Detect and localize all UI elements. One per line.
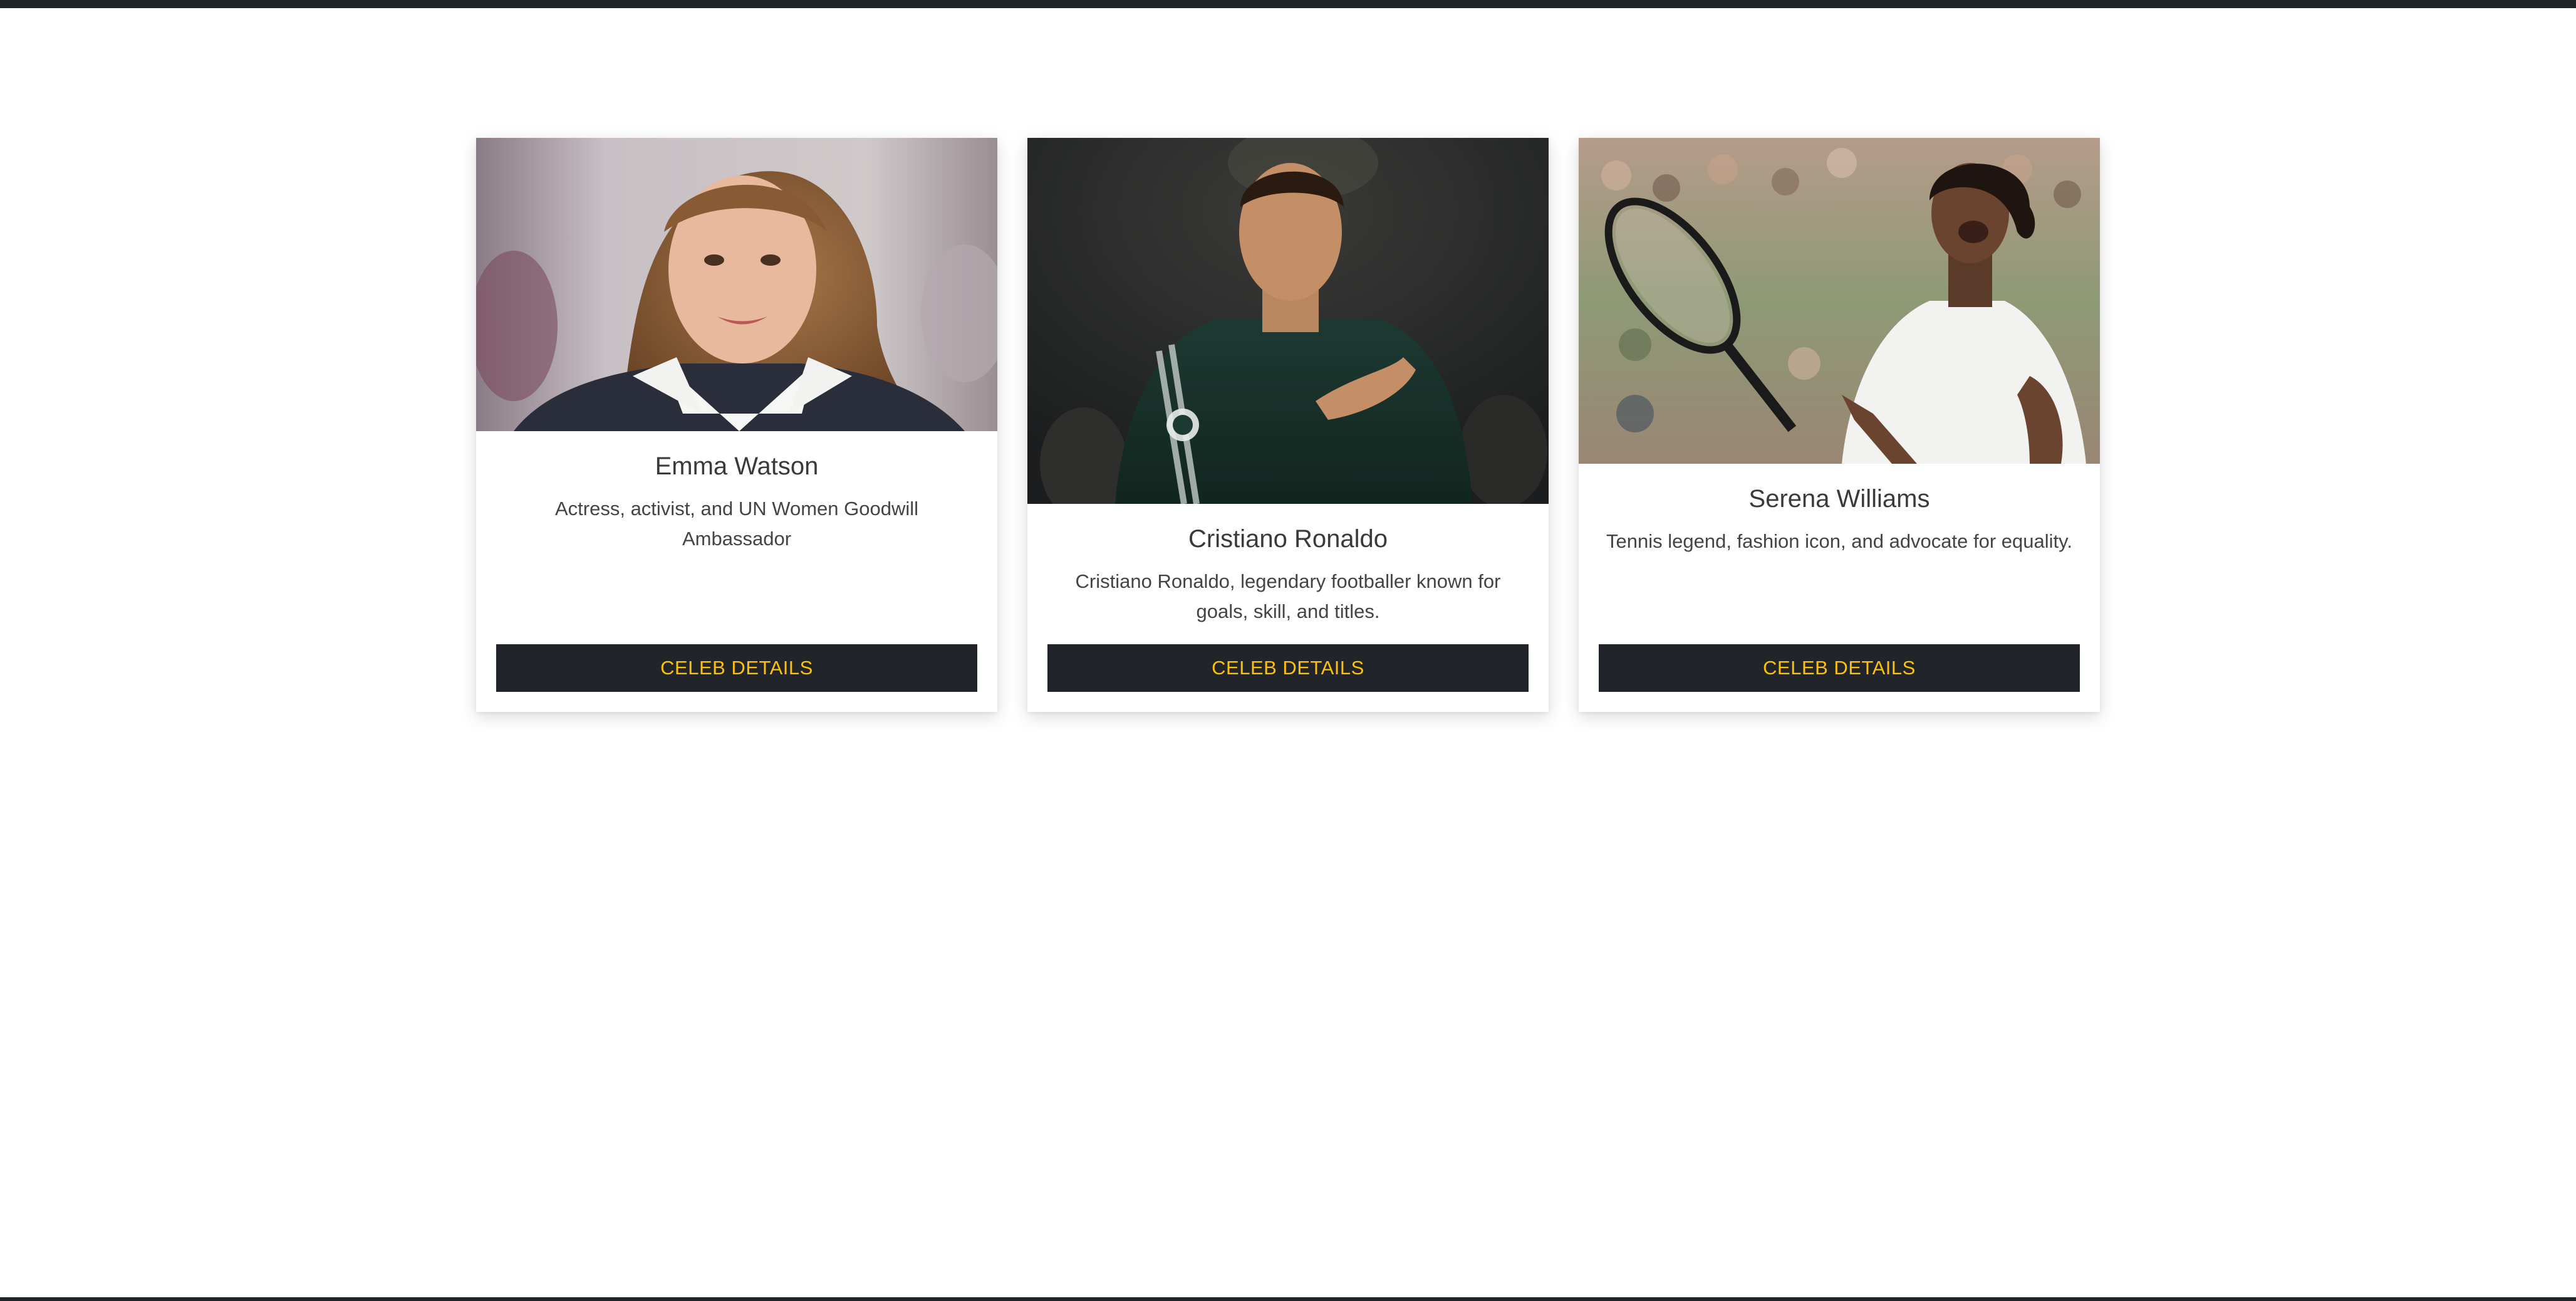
portrait-image [1027,138,1549,504]
celeb-card-serena-williams: Serena Williams Tennis legend, fashion i… [1579,138,2100,712]
celeb-details-button[interactable]: CELEB DETAILS [1599,644,2080,692]
celeb-photo-cristiano-ronaldo [1027,138,1549,504]
footer-strip [0,1297,2576,1301]
celeb-name: Emma Watson [655,452,819,480]
celeb-description: Tennis legend, fashion icon, and advocat… [1606,530,2072,552]
celeb-description: Cristiano Ronaldo, legendary footballer … [1075,570,1501,622]
celeb-photo-serena-williams [1579,138,2100,464]
celeb-details-button[interactable]: CELEB DETAILS [496,644,977,692]
celeb-photo-emma-watson [476,138,997,431]
celeb-details-button[interactable]: CELEB DETAILS [1047,644,1529,692]
card-body: Serena Williams Tennis legend, fashion i… [1579,464,2100,556]
card-body: Emma Watson Actress, activist, and UN Wo… [476,431,997,554]
celebrity-cards-row: Emma Watson Actress, activist, and UN Wo… [476,138,2100,712]
celeb-description: Actress, activist, and UN Women Goodwill… [554,498,918,550]
celeb-name: Cristiano Ronaldo [1188,525,1388,553]
portrait-image [476,138,997,431]
celeb-card-cristiano-ronaldo: Cristiano Ronaldo Cristiano Ronaldo, leg… [1027,138,1549,712]
celeb-card-emma-watson: Emma Watson Actress, activist, and UN Wo… [476,138,997,712]
celeb-name: Serena Williams [1748,485,1930,513]
card-body: Cristiano Ronaldo Cristiano Ronaldo, leg… [1027,504,1549,627]
portrait-image [1579,138,2100,464]
top-navbar-strip [0,0,2576,8]
